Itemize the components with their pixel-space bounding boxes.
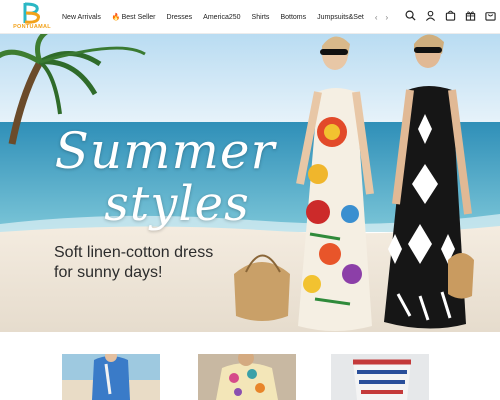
logo-mark-icon bbox=[23, 2, 40, 24]
nav-item-label: Jumpsuits&Set bbox=[317, 13, 364, 21]
chevron-right-icon[interactable]: › bbox=[385, 13, 388, 22]
product-image bbox=[62, 354, 160, 400]
product-card[interactable] bbox=[62, 354, 160, 400]
nav-item-america250[interactable]: America250 bbox=[203, 14, 240, 21]
nav-item-new-arrivals[interactable]: New Arrivals bbox=[62, 14, 101, 21]
hero-subtitle-line2: for sunny days! bbox=[54, 264, 163, 281]
hero-subtitle: Soft linen-cotton dress for sunny days! bbox=[54, 243, 254, 283]
nav-item-best-seller[interactable]: 🔥 Best Seller bbox=[111, 13, 156, 22]
hero-subtitle-line1: Soft linen-cotton dress bbox=[54, 244, 214, 261]
search-icon[interactable] bbox=[404, 8, 416, 22]
product-card[interactable] bbox=[198, 354, 296, 400]
nav-item-label: Bottoms bbox=[280, 13, 307, 21]
hero-headline-line1: Summer bbox=[54, 122, 276, 180]
nav-item-jumpsuits-set[interactable]: Jumpsuits&Set bbox=[317, 14, 364, 21]
hero-banner[interactable]: Summer styles Soft linen-cotton dress fo… bbox=[0, 34, 500, 332]
brand-name: PONTUAMAL bbox=[13, 24, 51, 30]
nav-item-dresses[interactable]: Dresses bbox=[166, 14, 192, 21]
gift-icon[interactable] bbox=[464, 8, 476, 22]
nav-item-shirts[interactable]: Shirts bbox=[252, 14, 270, 21]
chevron-left-icon[interactable]: ‹ bbox=[375, 13, 378, 22]
product-image bbox=[198, 354, 296, 400]
product-card[interactable] bbox=[331, 354, 429, 400]
header-icons bbox=[404, 8, 500, 22]
product-grid bbox=[0, 332, 500, 400]
bag-icon[interactable] bbox=[444, 8, 456, 22]
nav-item-bottoms[interactable]: Bottoms bbox=[280, 14, 306, 21]
brand-logo[interactable]: PONTUAMAL bbox=[8, 1, 56, 32]
main-nav: New Arrivals 🔥 Best Seller Dresses Ameri… bbox=[62, 10, 396, 24]
nav-item-label: Shirts bbox=[251, 13, 270, 21]
site-header: PONTUAMAL New Arrivals 🔥 Best Seller Dre… bbox=[0, 0, 500, 34]
product-image bbox=[331, 354, 429, 400]
account-icon[interactable] bbox=[424, 8, 436, 22]
nav-item-label: America250 bbox=[203, 13, 241, 21]
fire-icon: 🔥 bbox=[111, 14, 121, 21]
nav-item-label: New Arrivals bbox=[62, 13, 101, 21]
hero-headline-line2: styles bbox=[104, 176, 250, 232]
cart-icon[interactable] bbox=[484, 8, 496, 22]
nav-item-label: Best Seller bbox=[121, 13, 156, 21]
nav-item-label: Dresses bbox=[166, 13, 193, 21]
